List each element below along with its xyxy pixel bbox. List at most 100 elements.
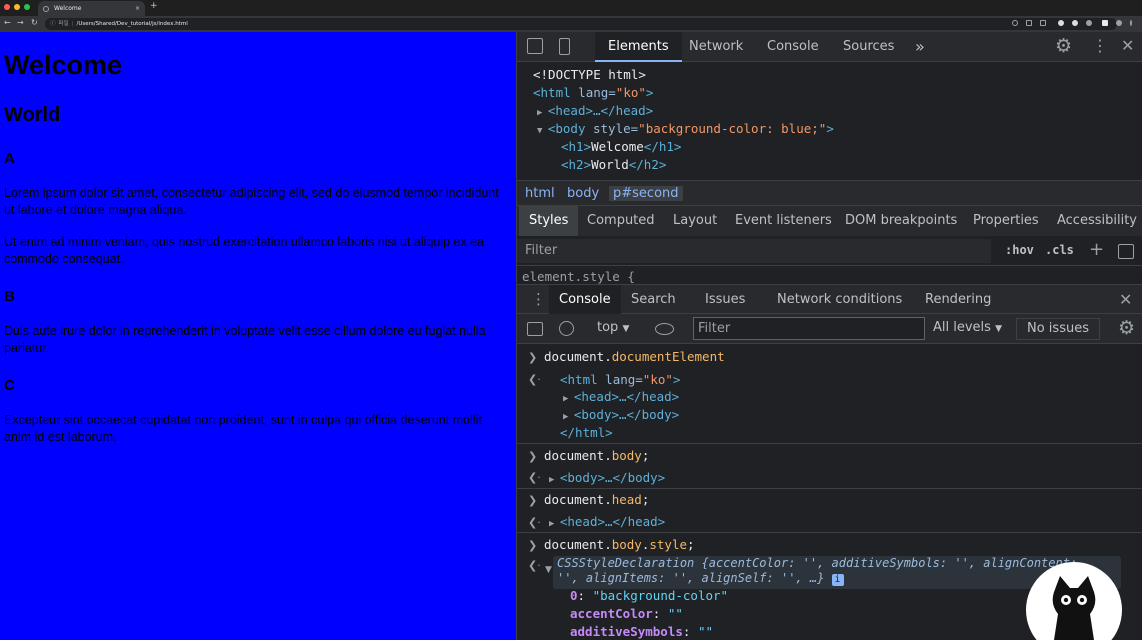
tab-properties[interactable]: Properties [973,206,1039,236]
expand-triangle-icon[interactable]: ▶ [563,412,574,422]
breadcrumb-body[interactable]: body [567,186,599,201]
tab-elements[interactable]: Elements [595,32,682,62]
expand-triangle-icon[interactable]: ▶ [537,108,548,118]
tab-close-icon[interactable]: × [135,1,140,16]
tab-sources[interactable]: Sources [843,32,894,62]
section-heading-b: B [4,288,15,305]
dom-node-h2[interactable]: <h2>World</h2> [561,157,666,172]
console-output-head[interactable]: ▶ <head>…</head> [563,389,679,404]
tab-dom-breakpoints[interactable]: DOM breakpoints [845,206,957,236]
info-icon[interactable]: ⓘ [50,21,56,27]
tab-event-listeners[interactable]: Event listeners [735,206,832,236]
device-toolbar-icon[interactable] [559,38,570,55]
devtools-menu-icon[interactable]: ⋮ [1092,36,1108,55]
reload-icon[interactable]: ↻ [31,18,38,27]
bookmark-star-icon[interactable] [1040,20,1046,26]
extension-icon-1[interactable] [1058,20,1064,26]
drawer-tab-rendering[interactable]: Rendering [925,285,991,315]
dom-node-body[interactable]: ▼ <body style="background-color: blue;"> [537,121,834,136]
forward-icon[interactable]: → [17,18,24,27]
attr-value: "ko" [615,85,646,100]
new-tab-button[interactable]: + [150,1,158,11]
console-input-4[interactable]: document.body.style; [544,537,695,552]
drawer-tab-search[interactable]: Search [631,285,676,315]
issues-counter-button[interactable]: No issues [1016,318,1100,340]
css-decl-line-2-text: '', alignItems: '', alignSelf: '', …} [557,571,825,585]
clear-console-icon[interactable] [559,321,574,336]
new-style-rule-icon[interactable]: + [1089,239,1104,260]
drawer-tab-issues[interactable]: Issues [705,285,745,315]
context-selector[interactable]: top ▼ [597,320,629,335]
tab-accessibility[interactable]: Accessibility [1057,206,1137,236]
divider [517,488,1142,489]
zoom-icon[interactable] [1012,20,1018,26]
tab-console[interactable]: Console [767,32,819,62]
prop-key: 0 [570,588,578,603]
console-output-body[interactable]: ▶ <body>…</body> [563,407,679,422]
code-prop: documentElement [611,349,725,364]
console-output-3[interactable]: ▶ <head>…</head> [549,514,665,529]
browser-tab[interactable]: Welcome × [38,1,145,16]
tag-text: > [672,372,681,387]
profile-icon[interactable] [1116,20,1122,26]
console-settings-gear-icon[interactable]: ⚙ [1118,317,1135,339]
extension-icon-3[interactable] [1086,20,1092,26]
cls-toggle[interactable]: .cls [1045,243,1074,257]
more-tabs-icon[interactable]: » [915,32,925,62]
drawer-tab-network-conditions[interactable]: Network conditions [777,285,902,315]
tab-network[interactable]: Network [689,32,743,62]
tab-layout[interactable]: Layout [673,206,717,236]
inspect-element-icon[interactable] [527,38,543,54]
collapse-triangle-icon[interactable]: ▼ [537,126,548,136]
console-input-3[interactable]: document.head; [544,492,649,507]
section-heading-c: C [4,377,15,394]
collapse-triangle-icon[interactable]: ▼ [545,565,552,575]
output-arrow-icon: ❮· [528,516,541,529]
maximize-window-button[interactable] [24,4,30,10]
console-filter-input[interactable]: Filter [693,317,925,340]
expand-triangle-icon[interactable]: ▶ [549,475,560,485]
drawer-tab-console[interactable]: Console [549,285,621,315]
dom-node-html[interactable]: <html lang="ko"> [533,85,653,100]
expand-triangle-icon[interactable]: ▶ [563,394,574,404]
breadcrumb-html[interactable]: html [525,186,555,201]
tag-text: <html [533,85,571,100]
styles-filter-input[interactable]: Filter [517,239,991,263]
hov-toggle[interactable]: :hov [1005,243,1034,257]
dom-node-h1[interactable]: <h1>Welcome</h1> [561,139,681,154]
close-drawer-icon[interactable]: ✕ [1119,290,1132,309]
puzzle-icon[interactable] [1102,20,1108,26]
settings-gear-icon[interactable]: ⚙ [1055,35,1072,57]
extension-icon-2[interactable] [1072,20,1078,26]
console-input-2[interactable]: document.body; [544,448,649,463]
console-input-1[interactable]: document.documentElement [544,349,725,364]
address-bar[interactable]: ⓘ 파일 |/Users/Shared/Dev_tutorial/js/index.… [45,18,1117,30]
info-badge-icon[interactable]: i [831,574,844,586]
log-levels-dropdown[interactable]: All levels ▼ [933,320,1002,335]
code-prop: body [611,448,642,463]
prop-value: "" [667,606,683,621]
sidebar-toggle-icon[interactable] [527,322,543,336]
share-icon[interactable] [1026,20,1032,26]
menu-dots-icon[interactable] [1130,20,1132,26]
eye-icon[interactable] [655,323,674,335]
chevron-down-icon: ▼ [622,324,630,334]
breadcrumb-p-second[interactable]: p#second [609,186,683,201]
console-output-html-end: </html> [560,425,613,440]
back-icon[interactable]: ← [4,18,11,27]
devtools-tab-bar: Elements Network Console Sources » ⚙ ⋮ ✕ [517,32,1142,62]
toggle-sidebar-icon[interactable] [1118,244,1134,259]
tab-computed[interactable]: Computed [587,206,655,236]
drawer-menu-icon[interactable]: ⋮ [531,290,546,308]
code-text: ; [641,492,650,507]
close-window-button[interactable] [4,4,10,10]
console-output-2[interactable]: ▶ <body>…</body> [549,470,665,485]
minimize-window-button[interactable] [14,4,20,10]
tab-styles[interactable]: Styles [519,206,579,236]
dom-node-doctype[interactable]: <!DOCTYPE html> [533,67,646,82]
close-devtools-icon[interactable]: ✕ [1121,36,1134,55]
dom-node-head[interactable]: ▶ <head>…</head> [537,103,653,118]
css-prop-accent-color: accentColor: "" [570,606,683,621]
expand-triangle-icon[interactable]: ▶ [549,519,560,529]
console-output-html[interactable]: <html lang="ko"> [560,372,680,387]
